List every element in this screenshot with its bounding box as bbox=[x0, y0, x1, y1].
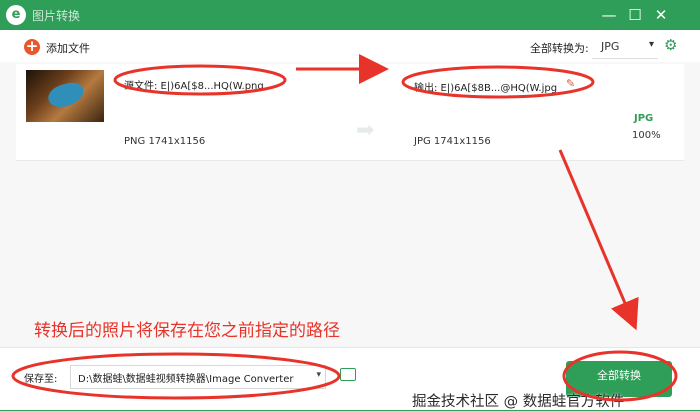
image-thumbnail bbox=[26, 70, 104, 122]
add-files-button[interactable]: 添加文件 bbox=[46, 40, 90, 56]
add-icon[interactable]: + bbox=[24, 39, 40, 55]
close-button[interactable]: ✕ bbox=[650, 4, 672, 26]
minimize-button[interactable]: — bbox=[598, 4, 620, 26]
toolbar: + 添加文件 全部转换为: JPG ▾ ⚙ bbox=[0, 30, 700, 62]
chevron-down-icon: ▾ bbox=[316, 370, 321, 380]
format-badge[interactable]: JPG bbox=[634, 113, 653, 124]
chevron-down-icon: ▾ bbox=[648, 39, 654, 50]
source-file-meta: PNG 1741x1156 bbox=[124, 136, 206, 147]
quality-percent: 100% bbox=[632, 130, 661, 141]
title-bar: e 图片转换 — ☐ ✕ bbox=[0, 0, 700, 30]
save-path-value: D:\数据蛙\数据蛙视频转换器\Image Converter bbox=[78, 374, 294, 385]
source-file-name: 源文件: E|)6A[$8...HQ(W.png bbox=[124, 81, 264, 92]
thumbnail-subject bbox=[45, 79, 87, 111]
edit-icon[interactable]: ✎ bbox=[566, 77, 575, 90]
convert-all-to-label: 全部转换为: bbox=[530, 42, 589, 55]
gear-icon[interactable]: ⚙ bbox=[664, 36, 677, 54]
folder-icon[interactable] bbox=[340, 368, 356, 381]
save-to-label: 保存至: bbox=[24, 374, 58, 385]
output-file-name: 输出: E|)6A[$8B...@HQ(W.jpg bbox=[414, 83, 558, 94]
bottom-bar: 保存至: D:\数据蛙\数据蛙视频转换器\Image Converter ▾ 全… bbox=[0, 347, 700, 410]
output-format-select[interactable]: JPG ▾ bbox=[592, 36, 658, 59]
file-row: 源文件: E|)6A[$8...HQ(W.png PNG 1741x1156 ➡… bbox=[16, 64, 684, 161]
maximize-button[interactable]: ☐ bbox=[624, 4, 646, 26]
watermark-text: 掘金技术社区 @ 数据蛙官方软件 bbox=[412, 394, 625, 410]
main-content: + 添加文件 全部转换为: JPG ▾ ⚙ 源文件: E|)6A[$8...HQ… bbox=[0, 30, 700, 410]
save-path-select[interactable]: D:\数据蛙\数据蛙视频转换器\Image Converter ▾ bbox=[70, 365, 326, 389]
output-file-meta: JPG 1741x1156 bbox=[414, 136, 491, 147]
window-title: 图片转换 bbox=[32, 9, 81, 23]
convert-arrow-icon: ➡ bbox=[356, 118, 375, 143]
annotation-hint-text: 转换后的照片将保存在您之前指定的路径 bbox=[34, 321, 340, 341]
output-format-value: JPG bbox=[601, 40, 620, 53]
app-logo-icon: e bbox=[6, 5, 26, 25]
